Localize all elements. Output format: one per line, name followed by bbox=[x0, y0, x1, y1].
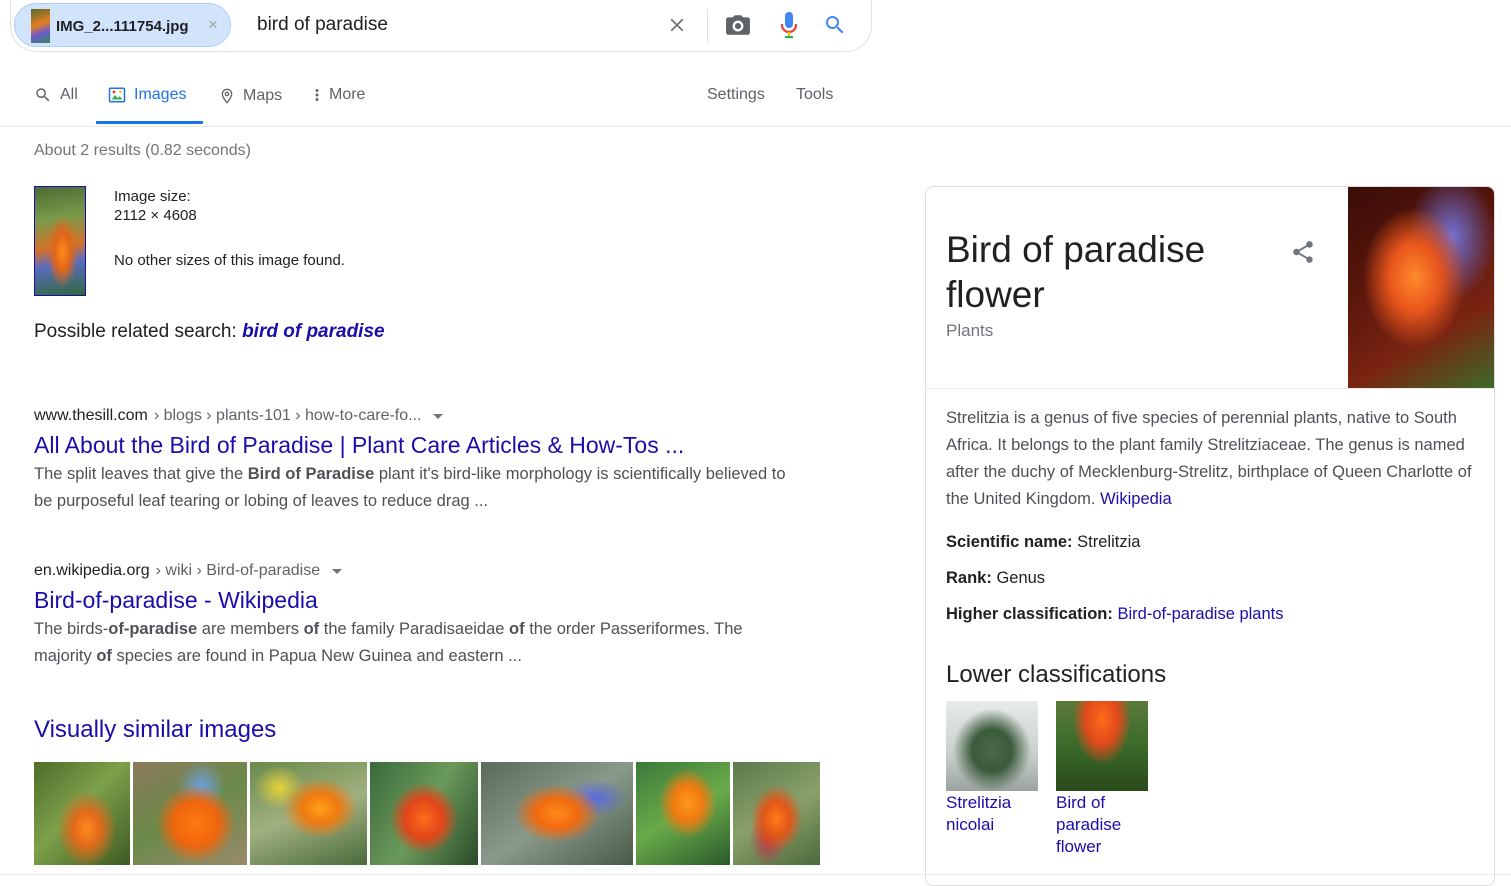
related-search-link[interactable]: bird of paradise bbox=[242, 321, 385, 342]
kp-lower-item-image bbox=[946, 701, 1038, 791]
kp-lower-item[interactable]: Strelitzia nicolai bbox=[946, 701, 1038, 836]
tools-label: Tools bbox=[796, 86, 834, 103]
search-tabs: All Images Maps More Settings Tools bbox=[0, 70, 1511, 127]
result-snippet: The split leaves that give the Bird of P… bbox=[34, 461, 794, 515]
search-divider bbox=[707, 9, 708, 43]
result-cite: www.thesill.com › blogs › plants-101 › h… bbox=[34, 407, 794, 425]
kp-subtitle: Plants bbox=[946, 321, 994, 340]
result-title-link[interactable]: All About the Bird of Paradise | Plant C… bbox=[34, 432, 794, 459]
snippet-text: The birds- bbox=[34, 620, 109, 638]
kp-wikipedia-link[interactable]: Wikipedia bbox=[1100, 490, 1172, 508]
snippet-text: the family Paradisaeidae bbox=[319, 620, 510, 638]
chip-filename: IMG_2...111754.jpg bbox=[56, 18, 189, 35]
result-domain: www.thesill.com bbox=[34, 407, 148, 424]
share-icon[interactable] bbox=[1290, 239, 1316, 270]
kp-fact-higher-classification: Higher classification: Bird-of-paradise … bbox=[946, 605, 1283, 624]
snippet-text: species are found in Papua New Guinea an… bbox=[111, 647, 522, 665]
tab-more-label: More bbox=[329, 86, 366, 103]
result-breadcrumb: › blogs › plants-101 › how-to-care-fo... bbox=[153, 407, 422, 424]
snippet-bold-text: of bbox=[303, 620, 320, 638]
snippet-bold-text: of bbox=[96, 647, 112, 665]
tab-maps[interactable]: Maps bbox=[219, 86, 282, 106]
image-size-value: 2112 × 4608 bbox=[114, 207, 197, 224]
kp-lower-item[interactable]: Bird of paradise flower bbox=[1056, 701, 1148, 858]
settings-link[interactable]: Settings bbox=[707, 86, 765, 104]
tab-all[interactable]: All bbox=[34, 86, 78, 104]
image-size: Image size: 2112 × 4608 bbox=[114, 187, 197, 225]
kp-fact-link[interactable]: Bird-of-paradise plants bbox=[1117, 605, 1283, 623]
snippet-bold-text: of-paradise bbox=[108, 620, 198, 638]
search-submit-icon[interactable] bbox=[823, 13, 847, 42]
kp-fact-scientific-name: Scientific name: Strelitzia bbox=[946, 533, 1140, 552]
snippet-bold-text: Bird of Paradise bbox=[247, 465, 375, 483]
search-icon bbox=[36, 88, 50, 102]
knowledge-panel: Bird of paradise flower Plants Strelitzi… bbox=[925, 186, 1495, 886]
similar-image[interactable] bbox=[370, 762, 478, 865]
result-menu-caret-icon[interactable] bbox=[433, 413, 444, 419]
microphone-icon[interactable] bbox=[779, 11, 799, 44]
tab-all-label: All bbox=[60, 86, 78, 103]
kp-main-image[interactable] bbox=[1348, 187, 1494, 388]
no-other-sizes: No other sizes of this image found. bbox=[114, 252, 345, 269]
active-tab-indicator bbox=[96, 121, 203, 124]
image-size-label: Image size: bbox=[114, 188, 191, 205]
kp-fact-label: Higher classification: bbox=[946, 605, 1113, 623]
chip-close-icon[interactable]: × bbox=[208, 15, 218, 35]
similar-image[interactable] bbox=[133, 762, 247, 865]
result-breadcrumb: › wiki › Bird-of-paradise bbox=[155, 562, 321, 579]
kp-lower-classifications-title: Lower classifications bbox=[946, 661, 1167, 688]
related-search: Possible related search: bird of paradis… bbox=[34, 321, 385, 343]
map-pin-icon bbox=[221, 88, 233, 104]
tab-more[interactable]: More bbox=[313, 86, 365, 104]
search-input[interactable]: bird of paradise bbox=[257, 14, 388, 36]
chip-thumbnail bbox=[31, 9, 50, 43]
visually-similar-strip bbox=[34, 762, 820, 865]
image-chip[interactable]: IMG_2...111754.jpg × bbox=[14, 3, 231, 47]
kp-fact-label: Scientific name: bbox=[946, 533, 1073, 551]
image-icon bbox=[108, 87, 126, 103]
similar-image[interactable] bbox=[733, 762, 820, 865]
visually-similar-title[interactable]: Visually similar images bbox=[34, 716, 276, 744]
similar-image[interactable] bbox=[250, 762, 367, 865]
uploaded-image-thumbnail[interactable] bbox=[34, 186, 86, 296]
kp-description: Strelitzia is a genus of five species of… bbox=[946, 405, 1476, 513]
result-title-link[interactable]: Bird-of-paradise - Wikipedia bbox=[34, 587, 794, 614]
tab-images[interactable]: Images bbox=[108, 86, 186, 104]
settings-label: Settings bbox=[707, 86, 765, 103]
kp-lower-item-label: Strelitzia nicolai bbox=[946, 793, 1012, 834]
kp-fact-value: Strelitzia bbox=[1077, 533, 1141, 551]
snippet-text: The split leaves that give the bbox=[34, 465, 248, 483]
search-result: www.thesill.com › blogs › plants-101 › h… bbox=[34, 407, 794, 515]
kp-description-text: Strelitzia is a genus of five species of… bbox=[946, 409, 1472, 508]
related-search-prefix: Possible related search: bbox=[34, 321, 237, 342]
result-menu-caret-icon[interactable] bbox=[332, 568, 343, 574]
kp-fact-value: Genus bbox=[996, 569, 1046, 587]
kp-divider bbox=[926, 388, 1494, 389]
result-snippet: The birds-of-paradise are members of the… bbox=[34, 616, 794, 670]
tab-images-label: Images bbox=[134, 86, 187, 103]
similar-image[interactable] bbox=[481, 762, 633, 865]
snippet-bold-text: of bbox=[509, 620, 525, 638]
clear-icon[interactable] bbox=[666, 14, 688, 41]
result-domain: en.wikipedia.org bbox=[34, 562, 150, 579]
similar-image[interactable] bbox=[34, 762, 130, 865]
kp-title: Bird of paradise flower bbox=[946, 229, 1206, 315]
kp-lower-item-label: Bird of paradise flower bbox=[1056, 793, 1122, 856]
kp-fact-label: Rank: bbox=[946, 569, 992, 587]
similar-image[interactable] bbox=[636, 762, 730, 865]
result-stats: About 2 results (0.82 seconds) bbox=[34, 142, 252, 159]
tab-maps-label: Maps bbox=[243, 87, 283, 104]
camera-icon[interactable] bbox=[725, 13, 751, 42]
search-result: en.wikipedia.org › wiki › Bird-of-paradi… bbox=[34, 562, 794, 670]
tools-link[interactable]: Tools bbox=[796, 86, 833, 104]
kp-fact-rank: Rank: Genus bbox=[946, 569, 1045, 588]
snippet-text: are members bbox=[197, 620, 304, 638]
more-vert-icon bbox=[315, 89, 319, 101]
search-bar: IMG_2...111754.jpg × bird of paradise bbox=[10, 0, 872, 52]
kp-lower-item-image bbox=[1056, 701, 1148, 791]
result-cite: en.wikipedia.org › wiki › Bird-of-paradi… bbox=[34, 562, 794, 580]
